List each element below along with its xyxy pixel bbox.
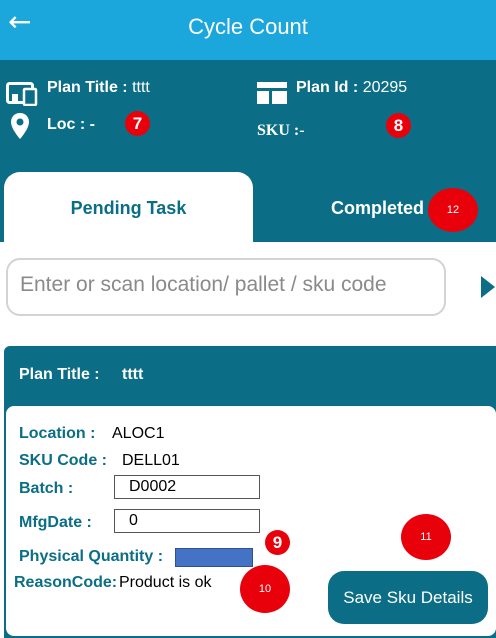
plan-id-label: Plan Id : xyxy=(296,79,359,96)
location-pin-icon xyxy=(11,113,29,139)
annotation-badge-7: 7 xyxy=(125,111,150,136)
app-bar: ← Cycle Count xyxy=(0,0,496,60)
search-field[interactable] xyxy=(6,258,446,316)
location-value: ALOC1 xyxy=(112,425,165,442)
loc-value: - xyxy=(89,116,95,133)
plan-title-value: tttt xyxy=(132,79,150,96)
sku-code-label: SKU Code : xyxy=(19,452,107,469)
tab-pending-label: Pending Task xyxy=(70,198,187,218)
table-icon xyxy=(257,82,287,104)
annotation-badge-9: 9 xyxy=(265,530,290,555)
sku-code-value: DELL01 xyxy=(122,452,180,469)
plan-title-label: Plan Title : xyxy=(47,79,128,96)
search-input[interactable] xyxy=(20,260,440,310)
mfg-date-label: MfgDate : xyxy=(19,514,92,531)
page-title: Cycle Count xyxy=(188,14,308,39)
reason-code-label: ReasonCode: xyxy=(14,574,118,591)
device-icon xyxy=(6,82,38,106)
reason-code-value[interactable]: Product is ok xyxy=(119,574,211,592)
annotation-badge-12: 12 xyxy=(428,188,478,232)
physical-quantity-label: Physical Quantity : xyxy=(19,548,164,565)
sku-label: SKU :- xyxy=(257,122,305,139)
batch-field[interactable]: D0002 xyxy=(114,475,260,499)
mfg-date-field[interactable]: 0 xyxy=(114,509,260,533)
annotation-badge-10: 10 xyxy=(240,565,290,613)
annotation-badge-8: 8 xyxy=(386,113,411,138)
tab-pending-task[interactable]: Pending Task xyxy=(4,172,253,242)
batch-label: Batch : xyxy=(19,480,74,497)
location-label: Location : xyxy=(19,425,96,442)
loc-label: Loc : xyxy=(47,116,86,133)
save-sku-details-button[interactable]: Save Sku Details xyxy=(328,571,488,624)
plan-id-value: 20295 xyxy=(362,79,408,96)
tab-completed[interactable]: Completed xyxy=(331,198,424,219)
annotation-badge-11: 11 xyxy=(401,514,451,560)
go-arrow-icon[interactable] xyxy=(481,276,495,298)
card-plan-title-label: Plan Title : xyxy=(19,366,100,383)
card-plan-title-value: tttt xyxy=(122,366,144,383)
physical-quantity-input[interactable] xyxy=(175,548,253,567)
